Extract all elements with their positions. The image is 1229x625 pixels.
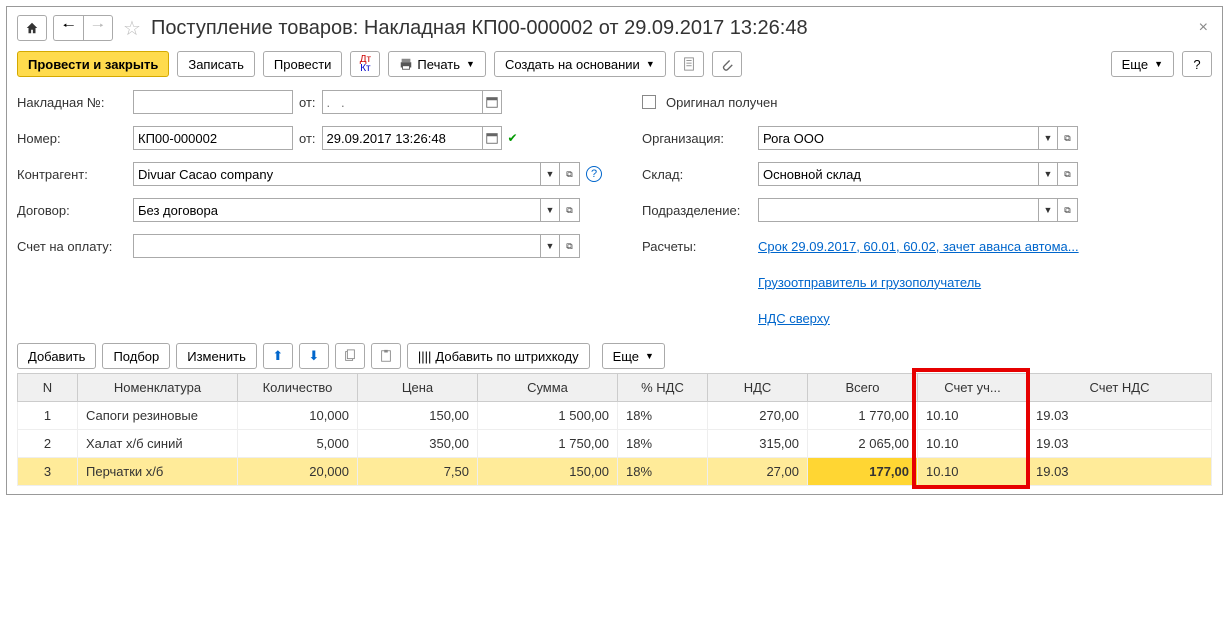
dropdown-icon[interactable]: ▼ — [540, 162, 560, 186]
help-button[interactable]: ? — [1182, 51, 1212, 77]
col-n[interactable]: N — [18, 374, 78, 402]
barcode-icon: |||| — [418, 349, 432, 364]
move-down-button[interactable]: ⬇ — [299, 343, 329, 369]
paste-button[interactable] — [371, 343, 401, 369]
add-row-button[interactable]: Добавить — [17, 343, 96, 369]
col-vat-acct[interactable]: Счет НДС — [1028, 374, 1212, 402]
items-table: N Номенклатура Количество Цена Сумма % Н… — [17, 373, 1212, 486]
original-label: Оригинал получен — [666, 95, 777, 110]
shipper-link[interactable]: Грузоотправитель и грузополучатель — [758, 275, 981, 290]
col-qty[interactable]: Количество — [238, 374, 358, 402]
dropdown-icon-5[interactable]: ▼ — [1038, 162, 1058, 186]
back-button[interactable]: 🠐 — [53, 15, 83, 41]
counterparty-label: Контрагент: — [17, 167, 127, 182]
vat-link[interactable]: НДС сверху — [758, 311, 830, 326]
open-icon[interactable]: ⧉ — [560, 162, 580, 186]
create-based-button[interactable]: Создать на основании▼ — [494, 51, 666, 77]
open-icon-3[interactable]: ⧉ — [560, 234, 580, 258]
close-icon[interactable]: × — [1195, 19, 1212, 37]
col-vat-pct[interactable]: % НДС — [618, 374, 708, 402]
invoice-label: Накладная №: — [17, 95, 127, 110]
org-label: Организация: — [642, 131, 752, 146]
edit-row-button[interactable]: Изменить — [176, 343, 257, 369]
dropdown-icon-4[interactable]: ▼ — [1038, 126, 1058, 150]
col-vat[interactable]: НДС — [708, 374, 808, 402]
calc-link[interactable]: Срок 29.09.2017, 60.01, 60.02, зачет ава… — [758, 239, 1079, 254]
col-price[interactable]: Цена — [358, 374, 478, 402]
open-icon-2[interactable]: ⧉ — [560, 198, 580, 222]
division-input[interactable] — [758, 198, 1038, 222]
post-and-close-button[interactable]: Провести и закрыть — [17, 51, 169, 77]
barcode-button[interactable]: |||| Добавить по штрихкоду — [407, 343, 590, 369]
datetime-input[interactable] — [322, 126, 482, 150]
original-checkbox[interactable] — [642, 95, 656, 109]
dropdown-icon-2[interactable]: ▼ — [540, 198, 560, 222]
page-title: Поступление товаров: Накладная КП00-0000… — [151, 17, 808, 40]
calendar-icon[interactable] — [482, 90, 502, 114]
dropdown-icon-6[interactable]: ▼ — [1038, 198, 1058, 222]
table-row[interactable]: 1Сапоги резиновые10,000150,001 500,0018%… — [18, 402, 1212, 430]
table-row[interactable]: 2Халат х/б синий5,000350,001 750,0018%31… — [18, 430, 1212, 458]
printer-icon — [399, 57, 413, 71]
open-icon-4[interactable]: ⧉ — [1058, 126, 1078, 150]
from-label: от: — [299, 95, 316, 110]
warehouse-label: Склад: — [642, 167, 752, 182]
paste-icon — [379, 349, 393, 363]
paperclip-icon — [720, 57, 734, 71]
copy-icon — [343, 349, 357, 363]
invoice-number-input[interactable] — [133, 90, 293, 114]
report-button[interactable] — [674, 51, 704, 77]
dtkt-button[interactable]: ДтКт — [350, 51, 380, 77]
attachment-button[interactable] — [712, 51, 742, 77]
contract-input[interactable] — [133, 198, 540, 222]
favorite-star-icon[interactable]: ☆ — [123, 16, 141, 41]
calc-label: Расчеты: — [642, 239, 752, 254]
division-label: Подразделение: — [642, 203, 752, 218]
post-button[interactable]: Провести — [263, 51, 343, 77]
save-button[interactable]: Записать — [177, 51, 255, 77]
open-icon-6[interactable]: ⧉ — [1058, 198, 1078, 222]
forward-button[interactable]: 🠒 — [83, 15, 113, 41]
number-label: Номер: — [17, 131, 127, 146]
document-icon — [682, 57, 696, 71]
invoice-date-input[interactable] — [322, 90, 482, 114]
posted-check-icon: ✔ — [508, 131, 518, 145]
contract-label: Договор: — [17, 203, 127, 218]
org-input[interactable] — [758, 126, 1038, 150]
open-icon-5[interactable]: ⧉ — [1058, 162, 1078, 186]
col-total[interactable]: Всего — [808, 374, 918, 402]
print-button[interactable]: Печать▼ — [388, 51, 486, 77]
dropdown-icon-3[interactable]: ▼ — [540, 234, 560, 258]
calendar-icon-2[interactable] — [482, 126, 502, 150]
col-acct[interactable]: Счет уч... — [918, 374, 1028, 402]
select-items-button[interactable]: Подбор — [102, 343, 170, 369]
more-button[interactable]: Еще▼ — [1111, 51, 1174, 77]
from-label-2: от: — [299, 131, 316, 146]
copy-button[interactable] — [335, 343, 365, 369]
table-row[interactable]: 3Перчатки х/б20,0007,50150,0018%27,00177… — [18, 458, 1212, 486]
table-more-button[interactable]: Еще▼ — [602, 343, 665, 369]
move-up-button[interactable]: ⬆ — [263, 343, 293, 369]
home-button[interactable] — [17, 15, 47, 41]
col-nomenclature[interactable]: Номенклатура — [78, 374, 238, 402]
warehouse-input[interactable] — [758, 162, 1038, 186]
number-input[interactable] — [133, 126, 293, 150]
help-icon[interactable]: ? — [586, 166, 602, 182]
counterparty-input[interactable] — [133, 162, 540, 186]
invoice-pay-input[interactable] — [133, 234, 540, 258]
col-sum[interactable]: Сумма — [478, 374, 618, 402]
invoice-pay-label: Счет на оплату: — [17, 239, 127, 254]
